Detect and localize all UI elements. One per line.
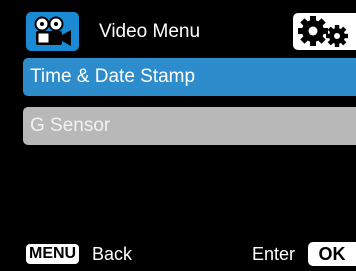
page-title: Video Menu [99, 21, 201, 42]
menu-key-badge[interactable]: MENU [26, 244, 80, 264]
ok-key-badge[interactable]: OK [308, 242, 356, 266]
footer-hints: MENU Back Enter OK [23, 241, 356, 267]
menu-item-time-date-stamp[interactable]: Time & Date Stamp [23, 58, 356, 96]
enter-label: Enter [252, 244, 296, 264]
back-label: Back [92, 244, 133, 264]
gears-icon[interactable] [293, 13, 356, 50]
video-camera-icon[interactable] [26, 12, 79, 51]
menu-item-g-sensor[interactable]: G Sensor [23, 107, 356, 145]
menu-header: Video Menu [23, 12, 356, 53]
